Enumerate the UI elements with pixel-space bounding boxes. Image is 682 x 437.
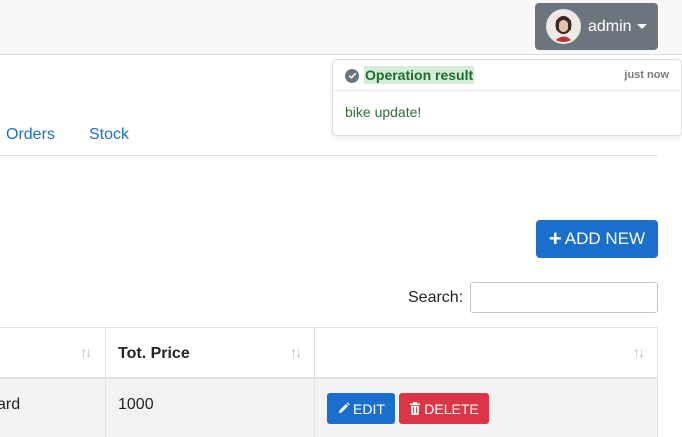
edit-label: EDIT bbox=[353, 400, 385, 417]
column-header[interactable]: ↑↓ bbox=[0, 328, 106, 377]
sort-icon: ↑↓ bbox=[80, 344, 92, 360]
user-menu-button[interactable]: admin bbox=[535, 3, 658, 50]
toast-header: Operation result just now bbox=[333, 60, 681, 91]
column-label: Tot. Price bbox=[118, 345, 190, 362]
plus-icon: + bbox=[548, 226, 562, 251]
search-label: Search: bbox=[408, 289, 464, 306]
add-new-label: ADD NEW bbox=[564, 229, 646, 248]
toast-message: bike update! bbox=[345, 104, 422, 120]
toast-timestamp: just now bbox=[624, 69, 669, 81]
trash-icon bbox=[410, 402, 421, 415]
table-cell: 1000 bbox=[106, 379, 315, 437]
table-row: ard 1000 EDIT DELETE bbox=[0, 379, 658, 437]
delete-label: DELETE bbox=[424, 400, 479, 417]
add-new-button[interactable]: + ADD NEW bbox=[536, 220, 658, 258]
user-name-label: admin bbox=[588, 17, 632, 35]
column-header-tot-price[interactable]: Tot. Price ↑↓ bbox=[106, 328, 315, 377]
operation-toast: Operation result just now bike update! bbox=[332, 59, 682, 136]
edit-button[interactable]: EDIT bbox=[327, 393, 395, 424]
toast-title: Operation result bbox=[364, 66, 475, 84]
table-cell-actions: EDIT DELETE bbox=[315, 379, 658, 437]
check-circle-icon bbox=[345, 68, 359, 83]
search-input[interactable] bbox=[470, 282, 658, 313]
caret-down-icon bbox=[636, 24, 647, 29]
pencil-icon bbox=[338, 402, 350, 414]
cell-text: ard bbox=[0, 396, 21, 413]
data-table: ↑↓ Tot. Price ↑↓ ↑↓ ard 1000 EDIT DELETE bbox=[0, 327, 658, 437]
nav-link-stock[interactable]: Stock bbox=[89, 126, 129, 144]
top-navbar: admin bbox=[0, 0, 682, 55]
table-cell: ard bbox=[0, 379, 106, 437]
delete-button[interactable]: DELETE bbox=[399, 393, 489, 424]
sort-icon: ↑↓ bbox=[290, 344, 302, 360]
nav-link-orders[interactable]: Orders bbox=[6, 126, 55, 144]
avatar bbox=[546, 9, 581, 44]
column-header-actions[interactable]: ↑↓ bbox=[315, 328, 658, 377]
sort-icon: ↑↓ bbox=[633, 344, 645, 360]
table-header: ↑↓ Tot. Price ↑↓ ↑↓ bbox=[0, 327, 658, 379]
cell-text: 1000 bbox=[118, 396, 154, 413]
